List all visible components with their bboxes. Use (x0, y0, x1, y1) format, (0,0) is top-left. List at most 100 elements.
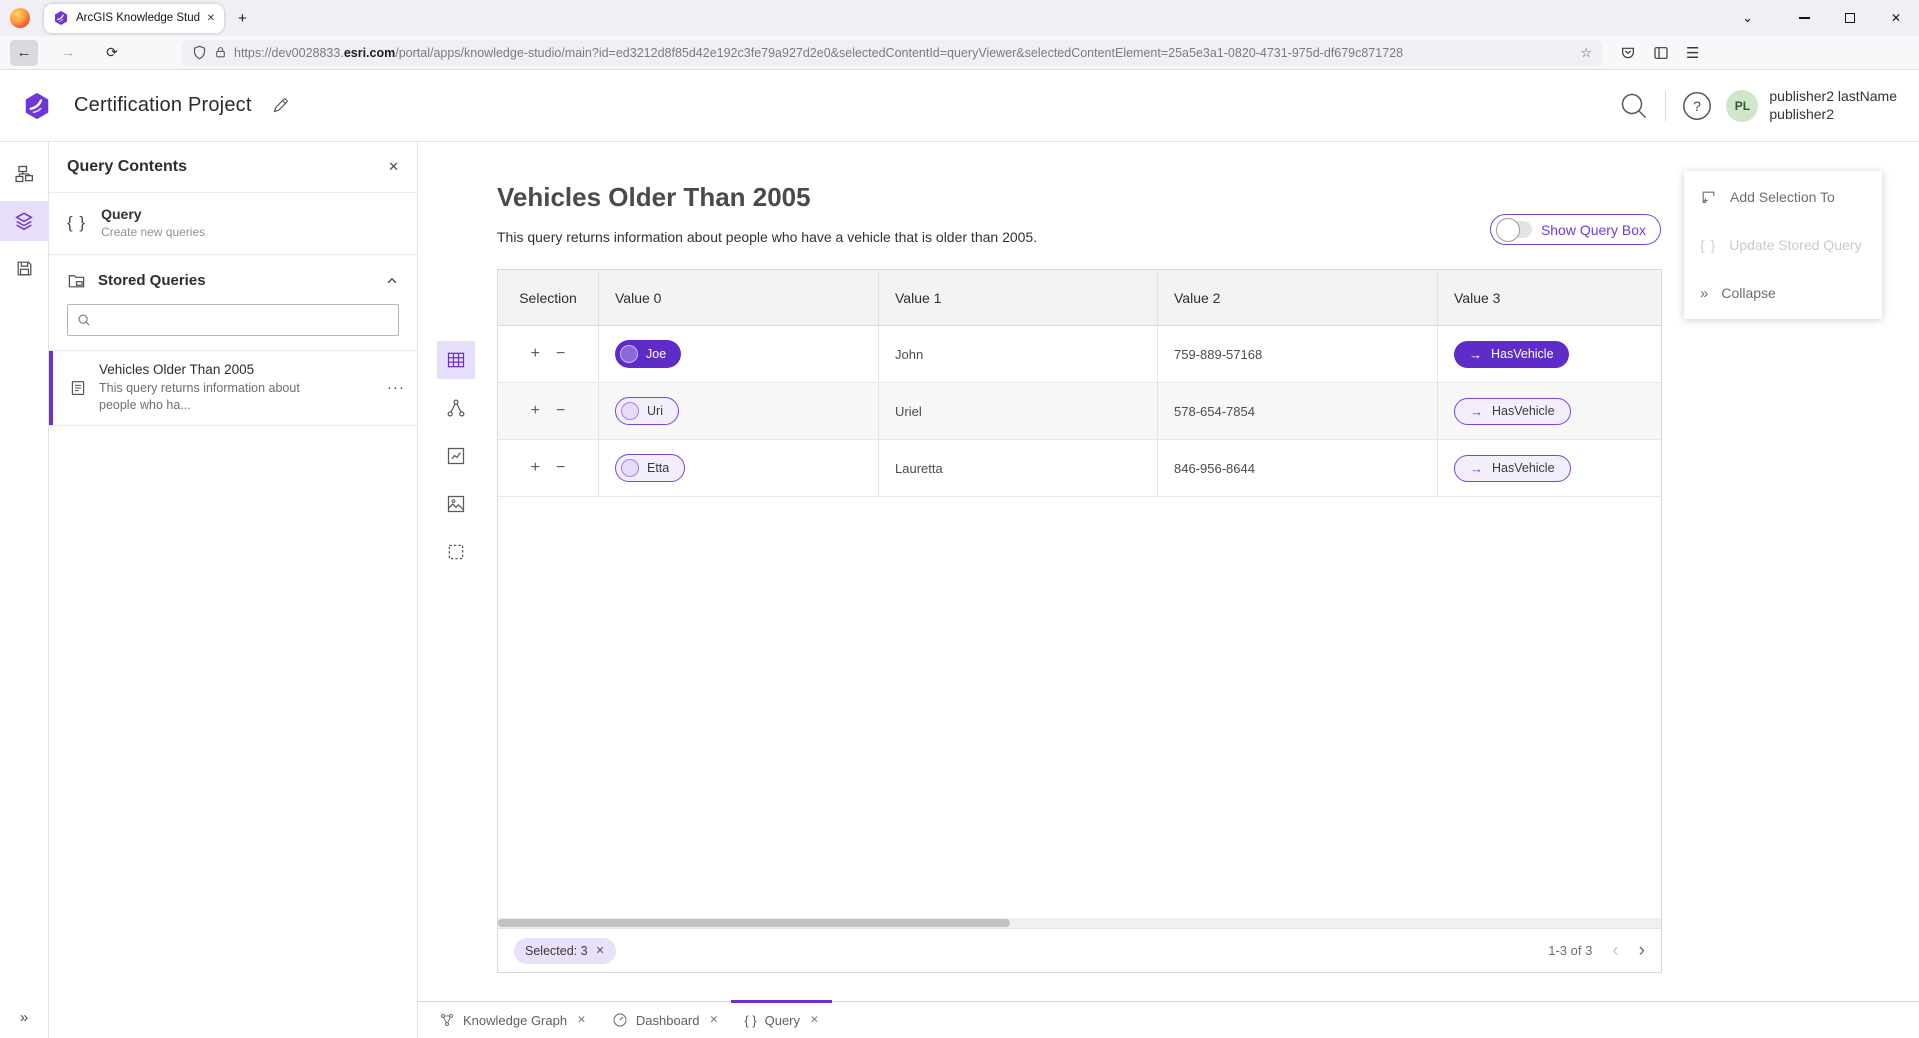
table-cell: Lauretta (879, 440, 1158, 496)
pocket-save-icon[interactable] (1620, 45, 1636, 61)
selection-cell: + − (498, 383, 599, 439)
add-to-selection-button[interactable]: + (523, 402, 548, 420)
window-minimize-button[interactable] (1781, 0, 1827, 36)
query-item[interactable]: { } Query Create new queries (49, 193, 417, 255)
contents-button[interactable] (0, 201, 49, 241)
folder-icon (67, 271, 86, 290)
clear-selection-icon[interactable]: ✕ (596, 944, 605, 957)
selection-box-icon (446, 542, 466, 562)
relationship-pill[interactable]: → HasVehicle (1454, 455, 1571, 482)
knowledge-graph-icon (439, 1012, 455, 1028)
stored-queries-header[interactable]: Stored Queries (49, 255, 417, 300)
edit-pencil-icon[interactable] (272, 97, 289, 114)
layers-icon (13, 210, 35, 232)
link-chart-view-button[interactable] (437, 389, 475, 427)
browser-tab-title: ArcGIS Knowledge Studio (76, 12, 200, 24)
selection-tools-button[interactable] (437, 533, 475, 571)
arrow-right-icon: → (1470, 461, 1483, 476)
url-bar[interactable]: https://dev0028833.esri.com/portal/apps/… (182, 40, 1602, 66)
tab-close-icon[interactable]: ✕ (207, 13, 215, 24)
chevron-up-icon[interactable] (385, 274, 399, 288)
browser-tab-strip: ArcGIS Knowledge Studio ✕ + ⌄ ✕ (0, 0, 1919, 36)
previous-page-icon[interactable]: ‹ (1612, 940, 1618, 962)
remove-from-selection-button[interactable]: − (548, 402, 573, 420)
browser-tab[interactable]: ArcGIS Knowledge Studio ✕ (44, 4, 224, 33)
search-input[interactable] (99, 313, 389, 328)
stored-queries-searchbox[interactable] (67, 304, 399, 336)
table-cell: Uriel (879, 383, 1158, 439)
page-title: Vehicles Older Than 2005 (497, 182, 1037, 213)
avatar[interactable]: PL (1726, 90, 1758, 122)
relationship-pill[interactable]: → HasVehicle (1454, 341, 1569, 368)
toggle-label: Show Query Box (1541, 222, 1646, 238)
list-tabs-chevron-icon[interactable]: ⌄ (1742, 10, 1753, 26)
table-view-button[interactable] (437, 341, 475, 379)
bookmark-star-icon[interactable]: ☆ (1580, 45, 1592, 61)
selected-count-chip[interactable]: Selected: 3 ✕ (514, 938, 616, 964)
search-icon[interactable] (1619, 91, 1649, 121)
lock-icon[interactable] (214, 46, 227, 59)
chart-view-button[interactable] (437, 437, 475, 475)
collapse-icon: » (1700, 285, 1708, 302)
stored-query-doc-icon (69, 379, 87, 397)
save-button[interactable] (4, 248, 44, 288)
remove-from-selection-button[interactable]: − (548, 459, 573, 477)
help-icon[interactable]: ? (1682, 91, 1712, 121)
svg-text:?: ? (1693, 98, 1701, 114)
table-cell: 578-654-7854 (1158, 383, 1438, 439)
forward-button[interactable]: → (54, 40, 82, 66)
stored-query-item[interactable]: Vehicles Older Than 2005 This query retu… (49, 350, 417, 426)
scrollbar-thumb[interactable] (498, 919, 1010, 927)
reload-button[interactable]: ⟳ (98, 40, 126, 66)
data-model-button[interactable] (4, 154, 44, 194)
stored-queries-title: Stored Queries (98, 272, 206, 289)
app-header: Certification Project ? PL publisher2 la… (0, 70, 1919, 142)
browser-toolbar: ← → ⟳ https://dev0028833.esri.com/portal… (0, 36, 1919, 70)
add-to-selection-button[interactable]: + (523, 459, 548, 477)
tab-close-icon[interactable]: ✕ (710, 1014, 719, 1026)
window-close-button[interactable]: ✕ (1873, 0, 1919, 36)
horizontal-scrollbar[interactable] (498, 918, 1661, 928)
tab-close-icon[interactable]: ✕ (577, 1014, 586, 1026)
expand-rail-icon[interactable]: » (20, 1009, 28, 1026)
selection-cell: + − (498, 440, 599, 496)
add-to-selection-button[interactable]: + (523, 345, 548, 363)
add-selection-icon (1700, 189, 1717, 206)
menu-item-add-selection-to[interactable]: Add Selection To (1684, 173, 1882, 221)
content-tab-bar: Knowledge Graph ✕ Dashboard ✕ { } Query … (418, 1001, 1919, 1038)
entity-pill[interactable]: Joe (615, 340, 681, 368)
save-disk-icon (15, 259, 34, 278)
panel-close-icon[interactable]: ✕ (388, 159, 399, 175)
arrow-right-icon: → (1469, 347, 1482, 362)
tracking-shield-icon[interactable] (192, 45, 207, 60)
new-tab-button[interactable]: + (238, 10, 247, 27)
entity-pill[interactable]: Etta (615, 454, 685, 482)
remove-from-selection-button[interactable]: − (548, 345, 573, 363)
window-maximize-button[interactable] (1827, 0, 1873, 36)
table-cell: 759-889-57168 (1158, 326, 1438, 382)
hamburger-menu-icon[interactable]: ☰ (1686, 44, 1699, 62)
dashboard-gauge-icon (612, 1012, 628, 1028)
show-query-box-toggle[interactable]: Show Query Box (1490, 214, 1661, 245)
maximize-icon (1845, 13, 1855, 23)
braces-icon: { } (67, 213, 86, 233)
map-view-button[interactable] (437, 485, 475, 523)
tab-query[interactable]: { } Query ✕ (731, 1002, 832, 1038)
firefox-icon[interactable] (10, 8, 30, 28)
menu-item-collapse[interactable]: » Collapse (1684, 269, 1882, 317)
table-row: + − Joe John 759-889-57168 → (498, 326, 1661, 383)
entity-pill[interactable]: Uri (615, 397, 679, 425)
relationship-pill[interactable]: → HasVehicle (1454, 398, 1571, 425)
table-row: + − Etta Lauretta 846-956-8644 → (498, 440, 1661, 497)
arrow-right-icon: → (1470, 404, 1483, 419)
tab-dashboard[interactable]: Dashboard ✕ (599, 1002, 731, 1038)
next-page-icon[interactable]: › (1639, 940, 1645, 962)
user-name: publisher2 lastName publisher2 (1769, 88, 1897, 122)
back-button[interactable]: ← (10, 40, 38, 66)
tab-close-icon[interactable]: ✕ (810, 1014, 819, 1026)
tab-knowledge-graph[interactable]: Knowledge Graph ✕ (426, 1002, 599, 1038)
entity-label: Etta (647, 461, 669, 475)
sidebar-icon[interactable] (1653, 45, 1669, 61)
ellipsis-menu-icon[interactable]: ··· (387, 379, 405, 396)
toggle-switch-icon (1498, 221, 1532, 238)
